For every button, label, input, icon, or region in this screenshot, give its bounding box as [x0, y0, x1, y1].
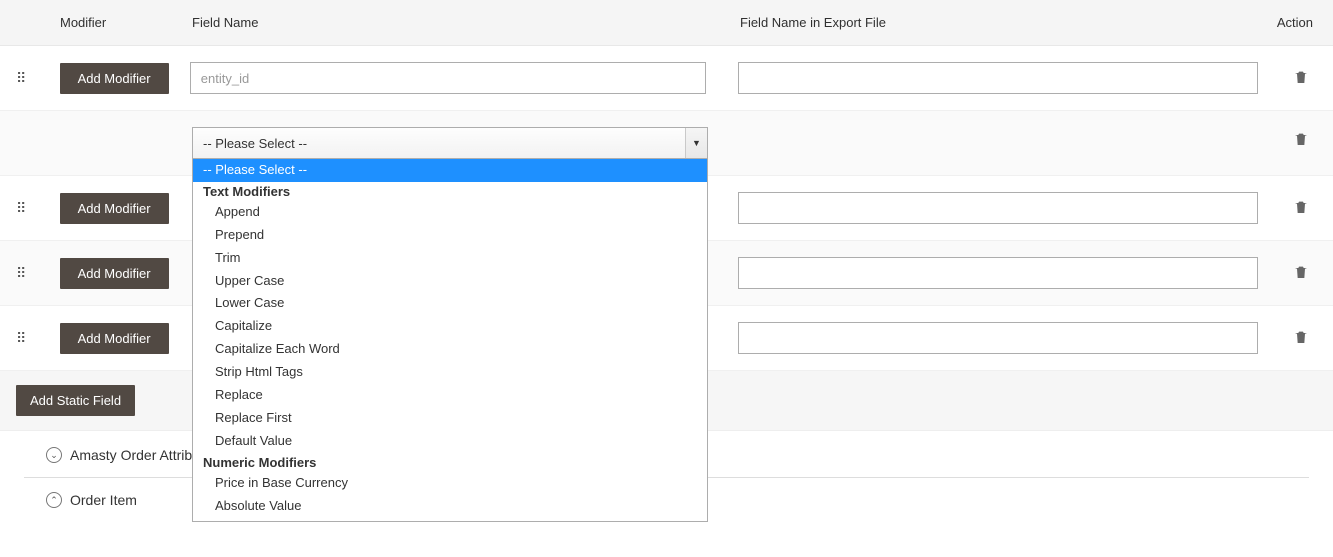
- chevron-down-icon: ▼: [685, 128, 707, 158]
- select-value: -- Please Select --: [203, 136, 307, 151]
- add-modifier-button[interactable]: Add Modifier: [60, 323, 169, 354]
- delete-row-button[interactable]: [1289, 260, 1313, 287]
- dropdown-option[interactable]: Replace: [193, 384, 707, 407]
- field-row: ⠿ Add Modifier: [0, 46, 1333, 111]
- add-static-field-button[interactable]: Add Static Field: [16, 385, 135, 416]
- drag-handle-icon[interactable]: ⠿: [16, 70, 24, 86]
- table-header: Modifier Field Name Field Name in Export…: [0, 0, 1333, 46]
- header-action: Action: [1257, 15, 1317, 30]
- dropdown-option[interactable]: Upper Case: [193, 270, 707, 293]
- dropdown-option[interactable]: Replace First: [193, 407, 707, 430]
- dropdown-option[interactable]: Strip Html Tags: [193, 361, 707, 384]
- export-name-input[interactable]: [738, 192, 1258, 224]
- dropdown-option[interactable]: Trim: [193, 247, 707, 270]
- accordion-title: Order Item: [70, 492, 137, 508]
- trash-icon: [1293, 329, 1309, 345]
- dropdown-group-numeric: Numeric Modifiers: [193, 453, 707, 472]
- chevron-up-icon: ⌃: [46, 492, 62, 508]
- delete-row-button[interactable]: [1289, 195, 1313, 222]
- modifier-dropdown-panel[interactable]: -- Please Select -- Text Modifiers Appen…: [192, 158, 708, 522]
- dropdown-option[interactable]: Lower Case: [193, 292, 707, 315]
- field-name-input[interactable]: [190, 62, 706, 94]
- add-modifier-button[interactable]: Add Modifier: [60, 63, 169, 94]
- header-modifier: Modifier: [48, 15, 192, 30]
- drag-handle-icon[interactable]: ⠿: [16, 330, 24, 346]
- dropdown-option[interactable]: Absolute Value: [193, 495, 707, 518]
- dropdown-option[interactable]: Round To: [193, 517, 707, 522]
- add-modifier-button[interactable]: Add Modifier: [60, 258, 169, 289]
- header-fieldname: Field Name: [192, 15, 708, 30]
- dropdown-option[interactable]: Capitalize: [193, 315, 707, 338]
- trash-icon: [1293, 69, 1309, 85]
- export-name-input[interactable]: [738, 322, 1258, 354]
- delete-row-button[interactable]: [1289, 65, 1313, 92]
- modifier-select-row: -- Please Select -- ▼ -- Please Select -…: [0, 111, 1333, 176]
- dropdown-option[interactable]: Price in Base Currency: [193, 472, 707, 495]
- dropdown-option-placeholder[interactable]: -- Please Select --: [193, 159, 707, 182]
- chevron-down-icon: ⌄: [46, 447, 62, 463]
- dropdown-option[interactable]: Prepend: [193, 224, 707, 247]
- modifier-select[interactable]: -- Please Select -- ▼: [192, 127, 708, 159]
- trash-icon: [1293, 199, 1309, 215]
- dropdown-option[interactable]: Capitalize Each Word: [193, 338, 707, 361]
- delete-row-button[interactable]: [1289, 127, 1313, 154]
- trash-icon: [1293, 264, 1309, 280]
- dropdown-option[interactable]: Default Value: [193, 430, 707, 453]
- drag-handle-icon[interactable]: ⠿: [16, 200, 24, 216]
- trash-icon: [1293, 131, 1309, 147]
- dropdown-group-text: Text Modifiers: [193, 182, 707, 201]
- add-modifier-button[interactable]: Add Modifier: [60, 193, 169, 224]
- header-exportname: Field Name in Export File: [708, 15, 1257, 30]
- drag-handle-icon[interactable]: ⠿: [16, 265, 24, 281]
- dropdown-option[interactable]: Append: [193, 201, 707, 224]
- delete-row-button[interactable]: [1289, 325, 1313, 352]
- export-name-input[interactable]: [738, 62, 1258, 94]
- export-name-input[interactable]: [738, 257, 1258, 289]
